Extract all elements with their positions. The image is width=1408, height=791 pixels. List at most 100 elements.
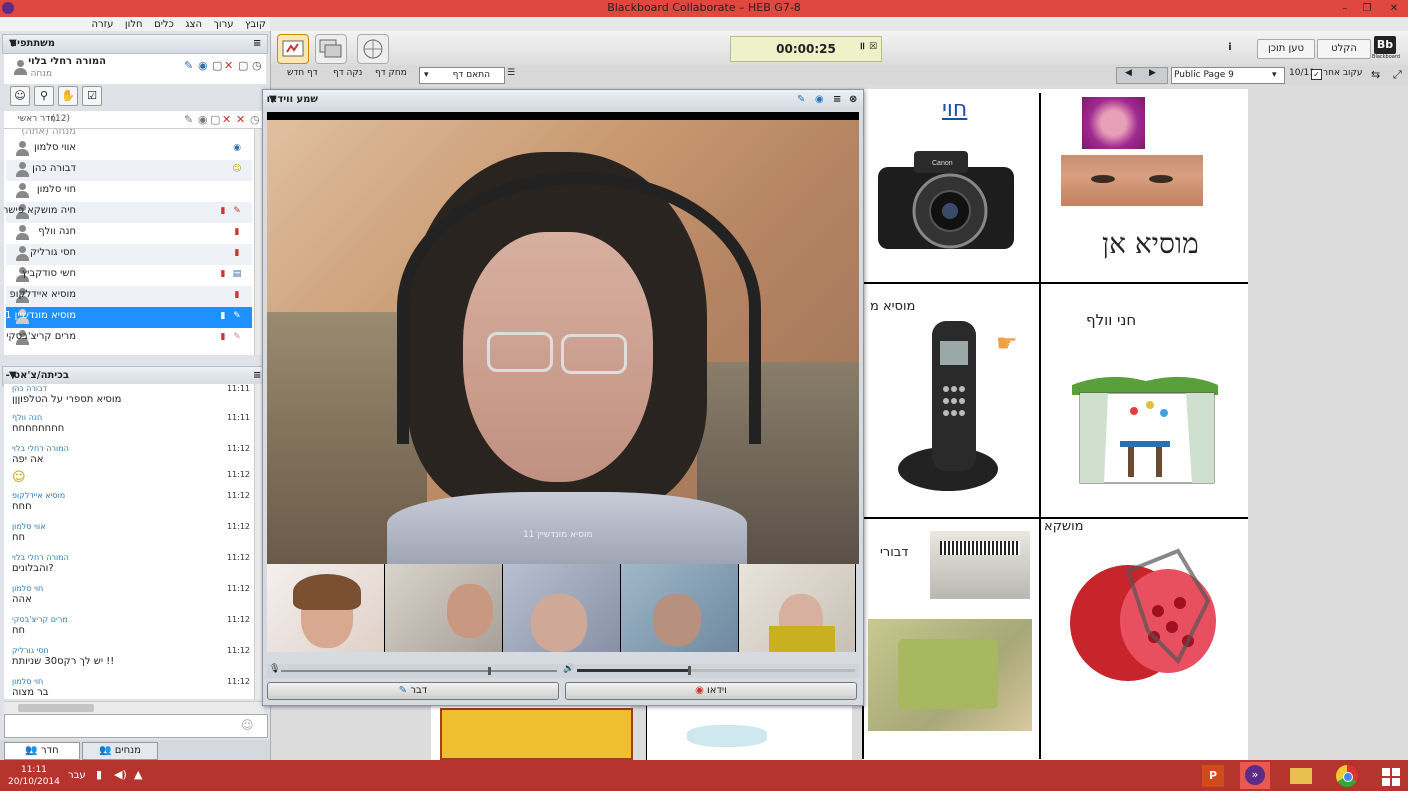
emoticon-picker-icon[interactable]: ☺ [241, 718, 254, 732]
collapse-icon[interactable]: ▼ [269, 90, 277, 110]
page-select[interactable]: Public Page 9 ▾ [1171, 67, 1285, 84]
menu-file[interactable]: קובץ [245, 18, 266, 32]
video-thumbnail[interactable] [267, 564, 385, 652]
chrome-icon[interactable] [1332, 762, 1362, 789]
speaker-volume-slider[interactable] [577, 666, 855, 675]
card-photo-2[interactable] [868, 619, 1032, 731]
menu-help[interactable]: עזרה [91, 18, 113, 32]
whiteboard-mode-icon[interactable] [277, 34, 309, 64]
raise-hand-button[interactable]: ✋ [58, 86, 78, 106]
prev-page-icon[interactable]: ◀ [1125, 68, 1132, 78]
label-musia-m[interactable]: מוסיא מ [870, 299, 915, 314]
restore-icon[interactable]: ❐ [1356, 0, 1378, 17]
video-thumbnail[interactable] [739, 564, 856, 652]
panel-menu-icon[interactable]: ≡ [253, 367, 261, 385]
list-item[interactable]: מוסיא איידלקופ ▮ [6, 286, 252, 307]
panel-menu-icon[interactable]: ≡ [833, 90, 841, 110]
language-indicator[interactable]: עבר [68, 770, 86, 781]
label-mushka[interactable]: מושקא [1044, 519, 1084, 534]
list-view-icon[interactable]: ☰ [507, 68, 515, 78]
video-thumbnail[interactable] [621, 564, 739, 652]
talk-button[interactable]: דבר ✎ [267, 682, 559, 700]
baby-photo[interactable] [1082, 97, 1145, 149]
list-item[interactable]: מוסיא מונדשיין 11 ▮ ✎ [4, 307, 252, 328]
follow-checkbox[interactable]: ✓ [1311, 69, 1322, 80]
eyes-photo[interactable] [1061, 155, 1203, 206]
menu-edit[interactable]: ערוך [214, 18, 234, 32]
load-content-button[interactable]: טען תוכן [1257, 39, 1315, 59]
phone-image[interactable] [888, 319, 1000, 495]
minimize-icon[interactable]: – [1334, 0, 1356, 17]
chat-header[interactable]: ▼ בכיתה/צ'אט - ≡ [2, 366, 268, 386]
windows-start-icon[interactable] [1376, 762, 1406, 789]
delete-page-button[interactable]: מחק דף [375, 68, 407, 78]
menu-window[interactable]: חלון [125, 18, 143, 32]
tray-expand-icon[interactable]: ▲ [134, 768, 142, 781]
app-share-mode-icon[interactable] [315, 34, 347, 64]
taskbar-clock[interactable]: 11:11 20/10/2014 [8, 764, 60, 788]
sync-arrows-icon[interactable]: ⇆ [1371, 68, 1380, 81]
chat-input[interactable]: ☺ [4, 714, 268, 738]
info-icon[interactable]: i [1223, 39, 1237, 57]
powerpoint-icon[interactable]: P [1198, 762, 1228, 789]
video-thumbnail[interactable] [503, 564, 621, 652]
menu-tools[interactable]: כלים [154, 18, 174, 32]
close-icon[interactable]: ⊗ [849, 90, 857, 110]
pointing-hand-icon[interactable]: ☛ [996, 329, 1018, 357]
step-away-button[interactable]: ⚲ [34, 86, 54, 106]
list-item[interactable]: דבורה כהן ☺ [6, 160, 252, 181]
participants-header[interactable]: ▼ משתתפים ≡ [2, 34, 268, 54]
clear-page-button[interactable]: נקה דף [333, 68, 362, 78]
explorer-icon[interactable] [1286, 762, 1316, 789]
card-photo[interactable] [930, 531, 1030, 599]
video-button[interactable]: וידאו ◉ [565, 682, 857, 700]
list-item[interactable]: חשי סודקביץ ▮ ▤ [6, 265, 252, 286]
polling-button[interactable]: ☑ [82, 86, 102, 106]
tab-moderators[interactable]: מנחים 👥 [82, 742, 158, 760]
tab-room[interactable]: חדר 👥 [4, 742, 80, 760]
volume-icon[interactable]: ◀) [114, 768, 127, 781]
web-tour-mode-icon[interactable] [357, 34, 389, 64]
scroll-thumb[interactable] [18, 704, 94, 712]
sukkah-image[interactable] [1068, 371, 1222, 487]
mic-settings-icon[interactable]: ✎ [797, 90, 805, 110]
video-thumbnail[interactable] [385, 564, 503, 652]
audio-video-window[interactable]: שמע ווידאו ▼ ✎ ◉ ≡ ⊗ מוסיא מונדשיין 11 🎙 [262, 89, 864, 706]
record-button[interactable]: הקלט [1317, 39, 1371, 59]
list-item[interactable]: מנחה (אתה) [6, 129, 252, 138]
list-item[interactable]: אווי סלמון ◉ [6, 139, 252, 160]
new-page-button[interactable]: דף חדש [287, 68, 318, 78]
list-item[interactable]: חוי סלמון [6, 181, 252, 202]
expand-icon[interactable]: ⤢ [1393, 68, 1402, 82]
menu-view[interactable]: הצג [185, 18, 202, 32]
pause-icon[interactable]: ॥ [859, 35, 865, 59]
my-participant-row[interactable]: המורה רחלי בלוי מנחה ✎ ◉ ▢ ✕ ▢ ◷ [4, 54, 266, 84]
emoticon-button[interactable]: ☺ [10, 86, 30, 106]
panel-menu-icon[interactable]: ≡ [253, 35, 261, 53]
timer-close-icon[interactable]: ☒ [869, 35, 877, 59]
collaborate-icon[interactable]: » [1240, 762, 1270, 789]
handwritten-label[interactable]: מוסיא אן [1102, 227, 1199, 261]
list-item[interactable]: מרים קריצ'בסקי ▮ ✎ [6, 328, 252, 349]
slide-thumb-left[interactable] [431, 705, 633, 760]
whiteboard-page[interactable]: חוי מוסיא אן מוסיא מ חני וולף דבורי מושק… [862, 89, 1248, 760]
mic-level-slider[interactable] [281, 667, 557, 675]
pomegranate-image[interactable] [1048, 541, 1240, 683]
list-item[interactable]: חנה וולף ▮ [6, 223, 252, 244]
network-icon[interactable]: ▮ [96, 768, 102, 781]
chat-hscrollbar[interactable] [4, 701, 264, 714]
label-chavi[interactable]: חוי [942, 97, 967, 122]
label-chani-wolf[interactable]: חני וולף [1086, 311, 1136, 329]
camera-settings-icon[interactable]: ◉ [815, 90, 824, 110]
list-item[interactable]: חסי גורליק ▮ [6, 244, 252, 265]
slider-thumb[interactable] [488, 667, 491, 675]
slide-thumb-mid[interactable] [646, 705, 852, 760]
list-item[interactable]: חיה מושקא פישר ▮ ✎ [4, 202, 252, 223]
zoom-select[interactable]: התאם דף ▾ [419, 67, 505, 84]
camera-image[interactable]: Canon [874, 145, 1018, 263]
next-page-icon[interactable]: ▶ [1149, 68, 1156, 78]
slider-thumb[interactable] [688, 666, 692, 675]
video-header[interactable]: שמע ווידאו ▼ ✎ ◉ ≡ ⊗ [263, 90, 863, 110]
label-dvori[interactable]: דבורי [880, 545, 908, 560]
close-icon[interactable]: ✕ [1380, 0, 1408, 17]
